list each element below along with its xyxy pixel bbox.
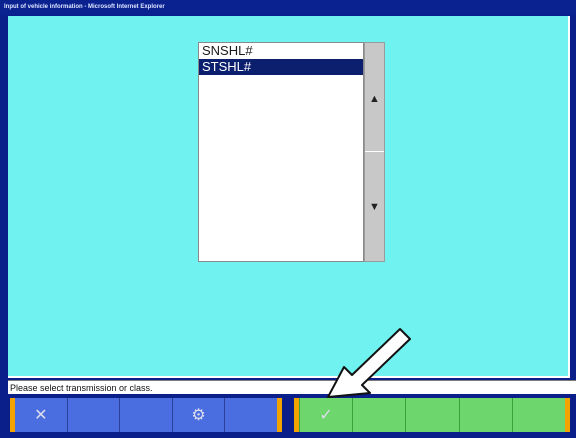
cancel-icon: ✕ <box>34 407 48 424</box>
content-area: SNSHL# STSHL# ▲ ▼ <box>8 16 570 378</box>
window-title: Input of vehicle information - Microsoft… <box>0 0 576 15</box>
toolbar-button-10[interactable] <box>511 398 565 432</box>
list-item-stshl[interactable]: STSHL# <box>199 59 363 75</box>
toolbar-button-5[interactable] <box>224 398 277 432</box>
scroll-down-icon[interactable]: ▼ <box>365 201 384 213</box>
pointer-arrow-icon <box>327 328 411 398</box>
left-button-group: ✕ ⚙ <box>10 398 282 432</box>
checkmark-icon: ✓ <box>319 407 333 424</box>
scroll-up-icon[interactable]: ▲ <box>365 93 384 105</box>
listbox-scrollbar[interactable]: ▲ ▼ <box>364 42 385 262</box>
list-item-snshl[interactable]: SNSHL# <box>199 43 363 59</box>
function-toolbar: ✕ ⚙ ✓ <box>0 395 576 438</box>
toolbar-button-3[interactable] <box>119 398 172 432</box>
cancel-button[interactable]: ✕ <box>15 398 67 432</box>
toolbar-button-2[interactable] <box>66 398 120 432</box>
print-icon: ⚙ <box>191 407 206 424</box>
transmission-listbox[interactable]: SNSHL# STSHL# <box>198 42 364 262</box>
toolbar-button-9[interactable] <box>458 398 512 432</box>
scrollbar-divider <box>365 151 384 152</box>
print-button[interactable]: ⚙ <box>171 398 225 432</box>
status-bar: Please select transmission or class. <box>8 380 576 394</box>
